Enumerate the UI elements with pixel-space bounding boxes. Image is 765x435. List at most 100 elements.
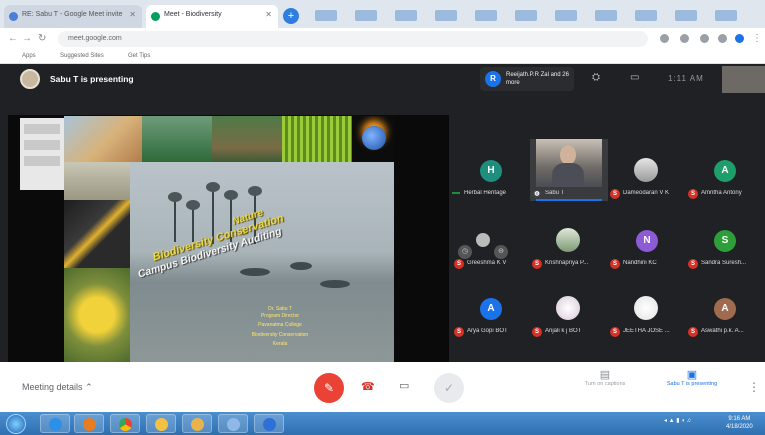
presenting-label: Sabu T is presenting xyxy=(50,74,134,84)
close-tab-icon[interactable]: ✕ xyxy=(265,10,272,19)
presenting-button[interactable]: ▣ Sabu T is presenting xyxy=(662,370,722,388)
mic-off-icon: S xyxy=(532,259,542,269)
system-clock[interactable]: 9:16 AM 4/18/2020 xyxy=(726,415,753,431)
participant-tile[interactable]: A S Aswathi p.k. A... xyxy=(686,277,764,339)
pin-icon[interactable]: ◷ xyxy=(458,245,472,259)
extension-icon[interactable] xyxy=(660,34,669,43)
pinned-tab[interactable] xyxy=(395,10,417,21)
avatar: A xyxy=(714,160,736,182)
pinned-tab[interactable] xyxy=(715,10,737,21)
meeting-details-button[interactable]: Meeting details ⌃ xyxy=(22,382,93,393)
chevron-up-icon: ⌃ xyxy=(85,382,93,392)
taskbar-app[interactable] xyxy=(218,414,248,433)
participant-tile[interactable]: N S Nandhini KC xyxy=(608,209,686,271)
bookmark-tips[interactable]: Get Tips xyxy=(128,53,150,59)
extension-icon[interactable] xyxy=(700,34,709,43)
participant-tile[interactable]: S JEETHA JOSE ... xyxy=(608,277,686,339)
menu-icon[interactable]: ⋮ xyxy=(752,33,762,44)
windows-taskbar: ◂ ▲ ▮ ◖ ♫ 9:16 AM 4/18/2020 xyxy=(0,412,765,435)
mic-off-button[interactable]: ✎ xyxy=(314,373,344,403)
remove-icon[interactable]: ⊖ xyxy=(494,245,508,259)
back-icon[interactable]: ← xyxy=(8,33,18,44)
participant-tile[interactable]: S Dameodaran V K xyxy=(608,139,686,201)
avatar xyxy=(634,158,658,182)
camera-button[interactable]: ▭ xyxy=(399,379,409,392)
bookmark-apps[interactable]: Apps xyxy=(22,53,36,59)
taskbar-ie[interactable] xyxy=(40,414,70,433)
mic-off-icon: S xyxy=(688,327,698,337)
taskbar-media[interactable] xyxy=(74,414,104,433)
present-icon: ✓ xyxy=(443,381,455,395)
mic-off-icon: S xyxy=(610,327,620,337)
bookmark-suggested[interactable]: Suggested Sites xyxy=(60,53,104,59)
system-tray-icons[interactable]: ◂ ▲ ▮ ◖ ♫ xyxy=(664,417,691,424)
joined-text: Reeijath.P.R Zal and 26 more xyxy=(506,72,569,86)
speaking-indicator xyxy=(452,192,460,194)
slide-photo xyxy=(212,116,282,162)
slide-author-line: Biodiversity Conservation xyxy=(251,332,309,338)
profile-icon[interactable] xyxy=(735,34,744,43)
pinned-tab[interactable] xyxy=(675,10,697,21)
taskbar-explorer[interactable] xyxy=(146,414,176,433)
new-tab-button[interactable]: + xyxy=(283,8,299,24)
avatar xyxy=(634,296,658,320)
participant-name: JEETHA JOSE ... xyxy=(623,328,670,334)
browser-tab-meet[interactable]: Meet - Biodiversity ✕ xyxy=(146,5,278,28)
chat-icon[interactable]: ▭ xyxy=(630,72,639,83)
pinned-tab[interactable] xyxy=(475,10,497,21)
extension-icon[interactable] xyxy=(718,34,727,43)
slide-author-role: Program Director xyxy=(260,313,300,319)
url-input[interactable]: meet.google.com xyxy=(58,31,648,47)
participant-name: Krishnapriya P... xyxy=(545,260,589,266)
participant-name: Sabu T xyxy=(545,190,565,196)
self-view-video xyxy=(722,66,765,93)
pinned-tab[interactable] xyxy=(555,10,577,21)
taskbar-app[interactable] xyxy=(254,414,284,433)
tree-shape xyxy=(168,192,182,242)
pinned-tab[interactable] xyxy=(355,10,377,21)
participant-name: Amritha Antony xyxy=(701,190,742,196)
participant-tile-active[interactable]: ◍ Sabu T xyxy=(530,139,608,201)
pinned-tab[interactable] xyxy=(635,10,657,21)
presenter-avatar xyxy=(20,69,40,89)
bookmarks-bar: Apps Suggested Sites Get Tips xyxy=(0,50,765,64)
participant-tile[interactable]: A S Amritha Antony xyxy=(686,139,764,201)
pinned-tab[interactable] xyxy=(315,10,337,21)
participant-tile[interactable]: S S Sandra Suresh... xyxy=(686,209,764,271)
people-icon[interactable]: ⛭ xyxy=(592,72,600,83)
participant-tile[interactable]: S Krishnapriya P... xyxy=(530,209,608,271)
mic-off-icon: S xyxy=(454,259,464,269)
pinned-tab[interactable] xyxy=(515,10,537,21)
start-button[interactable] xyxy=(6,414,26,434)
participant-tile[interactable]: S Anjali k j BOT xyxy=(530,277,608,339)
joined-badge[interactable]: R Reeijath.P.R Zal and 26 more xyxy=(480,67,574,91)
taskbar-folder[interactable] xyxy=(182,414,212,433)
participant-name: Herbal Heritage xyxy=(464,190,507,196)
participant-name: Nandhini KC xyxy=(623,260,657,266)
taskbar-chrome[interactable] xyxy=(110,414,140,433)
slide-author: Dr. Sabu T xyxy=(268,306,292,312)
meet-favicon-icon xyxy=(151,12,160,21)
browser-tab-mail[interactable]: RE: Sabu T - Google Meet invite ✕ xyxy=(4,5,142,28)
end-call-button[interactable]: ☎ xyxy=(361,380,375,393)
present-button[interactable]: ✓ xyxy=(434,373,464,403)
captions-button[interactable]: ▤ Turn on captions xyxy=(575,370,635,388)
participant-tile[interactable]: H Herbal Heritage xyxy=(452,139,530,201)
pinned-tab[interactable] xyxy=(435,10,457,21)
participant-tile[interactable]: A S Arya Gopi BOT xyxy=(452,277,530,339)
extension-icon[interactable] xyxy=(680,34,689,43)
more-options-icon[interactable]: ⋮ xyxy=(748,380,760,394)
slide-photo xyxy=(282,116,352,162)
tab-title: RE: Sabu T - Google Meet invite xyxy=(22,11,123,18)
pinned-tab[interactable] xyxy=(595,10,617,21)
captions-label: Turn on captions xyxy=(584,381,626,387)
mic-on-icon: ◍ xyxy=(532,189,542,199)
participant-name: Arya Gopi BOT xyxy=(467,328,508,334)
tree-shape xyxy=(186,200,200,242)
forward-icon[interactable]: → xyxy=(22,33,32,44)
participant-name: Dameodaran V K xyxy=(623,190,670,196)
reload-icon[interactable]: ↻ xyxy=(38,33,46,44)
close-tab-icon[interactable]: ✕ xyxy=(129,10,136,19)
mic-off-icon: S xyxy=(610,189,620,199)
participant-tile[interactable]: ◷ ⊖ S Greeshma K V xyxy=(452,209,530,271)
